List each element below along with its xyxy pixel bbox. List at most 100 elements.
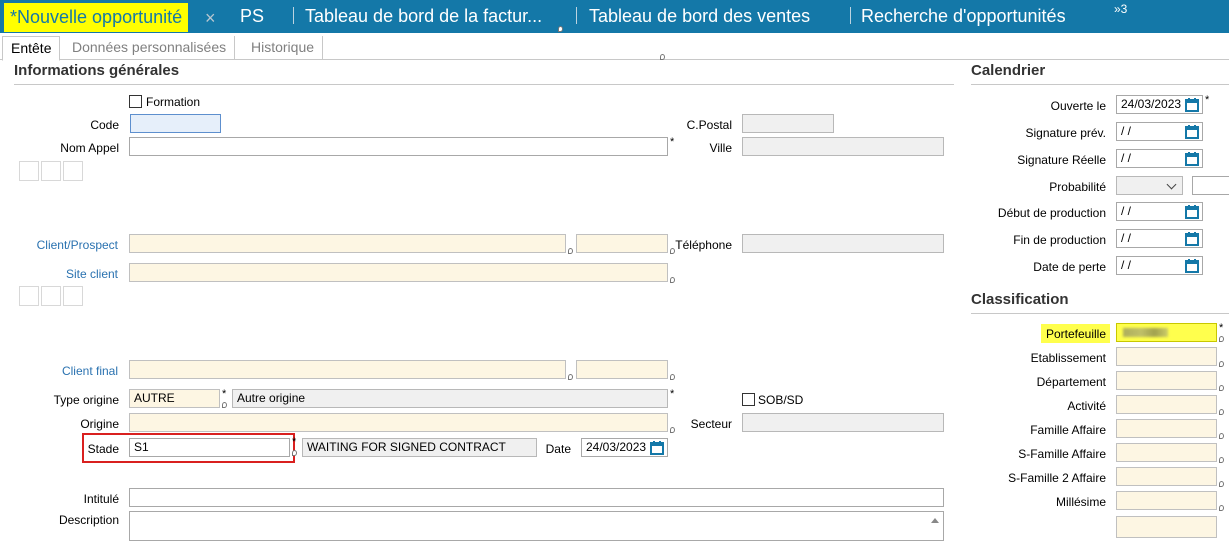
description-textarea[interactable] xyxy=(129,511,944,541)
redacted-value xyxy=(1123,328,1168,337)
millesime-input[interactable] xyxy=(1116,491,1217,510)
calendar-icon[interactable] xyxy=(1185,125,1199,139)
tab-recherche-opportunites[interactable]: Recherche d'opportunités xyxy=(861,0,1066,33)
ville-label: Ville xyxy=(709,141,732,155)
secteur-input[interactable] xyxy=(742,413,944,432)
section-title-general: Informations générales xyxy=(14,62,180,79)
placeholder-box[interactable] xyxy=(63,161,83,181)
pin-icon xyxy=(1219,409,1224,415)
calendar-icon[interactable] xyxy=(1185,259,1199,273)
ouverte-le-label: Ouverte le xyxy=(1050,99,1106,113)
site-client-input[interactable] xyxy=(129,263,668,282)
ville-input[interactable] xyxy=(742,137,944,156)
code-label: Code xyxy=(90,118,119,132)
pin-icon xyxy=(1219,336,1224,342)
signature-prev-label: Signature prév. xyxy=(1025,126,1107,140)
tab-donnees-personnalisees[interactable]: Données personnalisées xyxy=(64,36,236,60)
calendar-icon[interactable] xyxy=(1185,232,1199,246)
tab-ps[interactable]: PS xyxy=(240,0,264,33)
etablissement-input[interactable] xyxy=(1116,347,1217,366)
formation-checkbox[interactable] xyxy=(129,95,142,108)
site-client-link[interactable]: Site client xyxy=(20,267,118,281)
s-famille-2-affaire-input[interactable] xyxy=(1116,467,1217,486)
formation-label: Formation xyxy=(146,95,201,109)
intitule-label: Intitulé xyxy=(83,492,119,506)
etablissement-label: Etablissement xyxy=(1030,351,1106,365)
scroll-up-icon[interactable] xyxy=(931,518,939,523)
pin-icon xyxy=(558,26,563,32)
next-field-input[interactable] xyxy=(1116,516,1217,538)
code-input[interactable] xyxy=(130,114,221,133)
description-label: Description xyxy=(58,513,119,527)
tab-tableau-facturation[interactable]: Tableau de bord de la factur... xyxy=(305,0,542,33)
nom-appel-input[interactable] xyxy=(129,137,668,156)
placeholder-box[interactable] xyxy=(41,161,61,181)
calendar-icon[interactable] xyxy=(1185,98,1199,112)
placeholder-box[interactable] xyxy=(19,161,39,181)
pin-icon xyxy=(1219,361,1224,367)
section-divider xyxy=(14,84,954,85)
tab-entete[interactable]: Entête xyxy=(2,36,61,61)
calendar-icon[interactable] xyxy=(1185,152,1199,166)
client-prospect-link[interactable]: Client/Prospect xyxy=(20,238,118,252)
date-perte-label: Date de perte xyxy=(1033,260,1106,274)
close-icon[interactable]: × xyxy=(205,4,216,32)
tab-tableau-ventes[interactable]: Tableau de bord des ventes xyxy=(589,0,810,33)
stade-input[interactable]: S1 xyxy=(129,438,290,457)
pin-icon xyxy=(670,277,675,283)
pin-icon xyxy=(222,402,227,408)
pin-icon xyxy=(1219,481,1224,487)
pin-icon xyxy=(670,374,675,380)
required-marker: * xyxy=(670,388,675,400)
section-title-calendrier: Calendrier xyxy=(971,62,1046,79)
calendar-icon[interactable] xyxy=(650,441,664,455)
type-origine-code-input[interactable]: AUTRE xyxy=(129,389,220,408)
origine-input[interactable] xyxy=(129,413,668,432)
pin-icon xyxy=(292,450,297,456)
pin-icon xyxy=(1219,457,1224,463)
calendar-icon[interactable] xyxy=(1185,205,1199,219)
tab-separator xyxy=(850,7,851,24)
departement-input[interactable] xyxy=(1116,371,1217,390)
placeholder-box[interactable] xyxy=(19,286,39,306)
telephone-input[interactable] xyxy=(742,234,944,253)
s-famille-affaire-label: S-Famille Affaire xyxy=(1018,447,1106,461)
placeholder-box[interactable] xyxy=(41,286,61,306)
placeholder-box[interactable] xyxy=(63,286,83,306)
pin-icon xyxy=(670,427,675,433)
section-title-classification: Classification xyxy=(971,291,1069,308)
departement-label: Département xyxy=(1036,375,1106,389)
required-marker: * xyxy=(1205,94,1210,106)
required-marker: * xyxy=(670,136,675,148)
famille-affaire-input[interactable] xyxy=(1116,419,1217,438)
required-marker: * xyxy=(222,388,227,400)
debut-production-label: Début de production xyxy=(997,206,1106,220)
type-origine-label: Type origine xyxy=(53,393,119,407)
tab-separator xyxy=(576,7,577,24)
stade-description-input[interactable]: WAITING FOR SIGNED CONTRACT xyxy=(302,438,537,457)
sob-sd-label: SOB/SD xyxy=(758,393,804,407)
s-famille-affaire-input[interactable] xyxy=(1116,443,1217,462)
tab-overflow-button[interactable]: »3 xyxy=(1114,2,1127,16)
client-prospect-input[interactable] xyxy=(129,234,566,253)
pin-icon xyxy=(1219,433,1224,439)
client-final-input[interactable] xyxy=(129,360,566,379)
probabilite-input[interactable] xyxy=(1192,176,1229,195)
intitule-input[interactable] xyxy=(129,488,944,507)
date-label: Date xyxy=(545,442,571,456)
activite-label: Activité xyxy=(1067,399,1106,413)
sob-sd-checkbox[interactable] xyxy=(742,393,755,406)
type-origine-input[interactable]: Autre origine xyxy=(232,389,668,408)
cpostal-label: C.Postal xyxy=(686,118,732,132)
client-final-link[interactable]: Client final xyxy=(20,364,118,378)
secteur-label: Secteur xyxy=(690,417,732,431)
activite-input[interactable] xyxy=(1116,395,1217,414)
millesime-label: Millésime xyxy=(1055,495,1106,509)
pin-icon xyxy=(1219,385,1224,391)
probabilite-label: Probabilité xyxy=(1049,180,1106,194)
tab-nouvelle-opportunite[interactable]: *Nouvelle opportunité xyxy=(4,3,189,32)
cpostal-input[interactable] xyxy=(742,114,834,133)
pin-icon xyxy=(568,248,573,254)
tab-historique[interactable]: Historique xyxy=(243,36,324,60)
client-final-code-input[interactable] xyxy=(576,360,668,379)
